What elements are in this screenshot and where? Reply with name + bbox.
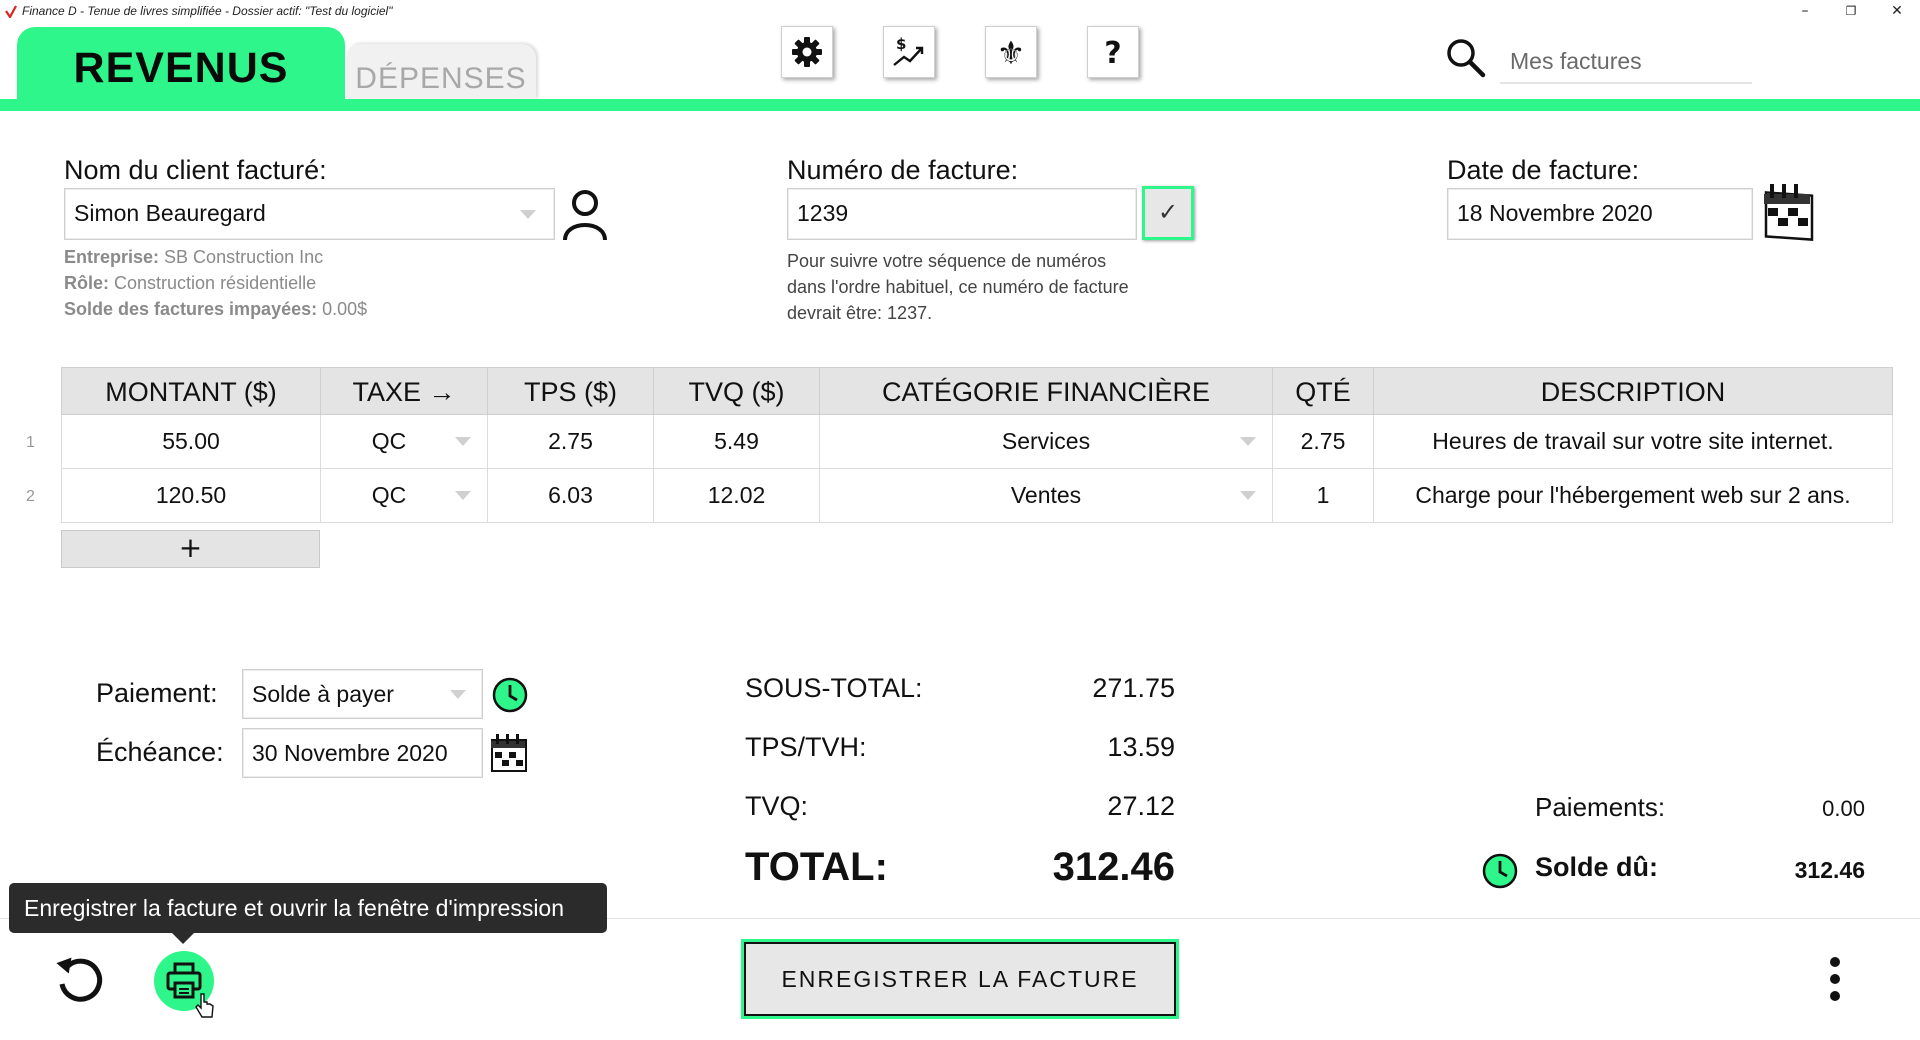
tvq-label: TVQ:: [745, 791, 809, 821]
payments-label: Paiements:: [1535, 792, 1666, 822]
cell-categorie[interactable]: Ventes: [820, 469, 1273, 523]
clock-icon: [1482, 853, 1518, 889]
help-button[interactable]: ?: [1087, 26, 1139, 78]
invoice-number-input[interactable]: 1239: [787, 188, 1137, 240]
check-icon: ✓: [1157, 198, 1179, 226]
balance-due-value: 312.46: [1794, 857, 1865, 883]
window-title: Finance D - Tenue de livres simplifiée -…: [22, 4, 393, 18]
chevron-down-icon: [520, 210, 536, 219]
client-unpaid-balance: Solde des factures impayées: 0.00$: [64, 299, 368, 319]
restore-button[interactable]: ❐: [1828, 0, 1874, 24]
dollar-trend-icon: $: [893, 35, 924, 66]
balance-due-label: Solde dû:: [1535, 852, 1658, 882]
add-line-button[interactable]: +: [61, 530, 320, 568]
search-input[interactable]: [1500, 40, 1752, 84]
gear-icon: [792, 37, 822, 67]
tooltip-arrow: [172, 933, 194, 944]
quebec-taxes-button[interactable]: ⚜: [985, 26, 1037, 78]
payment-select[interactable]: Solde à payer: [242, 669, 483, 719]
more-options-icon[interactable]: [1822, 955, 1848, 1005]
chevron-down-icon: [450, 690, 466, 699]
svg-text:⚜: ⚜: [997, 34, 1026, 70]
total-value: 312.46: [1052, 845, 1175, 889]
cell-tps: 6.03: [488, 469, 654, 523]
col-qte: QTÉ: [1273, 367, 1374, 415]
tab-depenses[interactable]: DÉPENSES: [346, 44, 536, 99]
col-description: DESCRIPTION: [1374, 367, 1893, 415]
print-tooltip: Enregistrer la facture et ouvrir la fenê…: [9, 883, 607, 933]
subtotal-value: 271.75: [1092, 673, 1175, 703]
close-button[interactable]: ✕: [1874, 0, 1920, 24]
subtotal-label: SOUS-TOTAL:: [745, 673, 923, 703]
validate-number-button[interactable]: ✓: [1142, 186, 1194, 240]
chevron-down-icon: [1240, 491, 1256, 500]
tab-revenus-label: REVENUS: [73, 44, 289, 92]
search-icon[interactable]: [1444, 36, 1486, 78]
cell-taxe[interactable]: QC: [321, 469, 488, 523]
col-tps: TPS ($): [488, 367, 654, 415]
client-company: Entreprise: SB Construction Inc: [64, 247, 324, 267]
invoice-number-label: Numéro de facture:: [787, 155, 1019, 185]
client-select[interactable]: Simon Beauregard: [64, 188, 555, 240]
finance-chart-button[interactable]: $: [883, 26, 935, 78]
invoice-number-hint: Pour suivre votre séquence de numéros da…: [787, 251, 1129, 323]
col-taxe: TAXE →: [321, 367, 488, 415]
cell-tvq: 5.49: [654, 415, 820, 469]
invoice-date-input[interactable]: 18 Novembre 2020: [1447, 188, 1753, 240]
svg-text:?: ?: [1104, 36, 1121, 70]
invoice-date-label: Date de facture:: [1447, 155, 1640, 185]
cell-description[interactable]: Heures de travail sur votre site interne…: [1374, 415, 1893, 469]
due-date-label: Échéance:: [96, 737, 224, 767]
cell-montant[interactable]: 120.50: [61, 469, 321, 523]
app-logo-icon: [5, 5, 17, 18]
undo-icon[interactable]: [54, 954, 106, 1006]
cursor-hand-icon: [195, 993, 214, 1018]
tab-depenses-label: DÉPENSES: [355, 62, 527, 95]
svg-text:$: $: [896, 35, 906, 53]
cell-tps: 2.75: [488, 415, 654, 469]
row-number: 2: [26, 488, 35, 505]
settings-button[interactable]: [781, 26, 833, 78]
due-date-input[interactable]: 30 Novembre 2020: [242, 728, 483, 778]
cell-tvq: 12.02: [654, 469, 820, 523]
minimize-button[interactable]: –: [1782, 0, 1828, 24]
client-value: Simon Beauregard: [74, 200, 266, 226]
tab-revenus[interactable]: REVENUS: [17, 27, 345, 99]
col-tvq: TVQ ($): [654, 367, 820, 415]
cell-qte[interactable]: 1: [1273, 469, 1374, 523]
user-icon[interactable]: [560, 188, 610, 242]
col-montant: MONTANT ($): [61, 367, 321, 415]
header-accent-bar: [0, 99, 1920, 111]
chevron-down-icon: [1240, 437, 1256, 446]
cell-description[interactable]: Charge pour l'hébergement web sur 2 ans.: [1374, 469, 1893, 523]
client-label: Nom du client facturé:: [64, 155, 327, 185]
cell-montant[interactable]: 55.00: [61, 415, 321, 469]
question-mark-icon: ?: [1104, 36, 1121, 70]
title-bar: Finance D - Tenue de livres simplifiée -…: [0, 0, 1920, 24]
chevron-down-icon: [455, 437, 471, 446]
cell-taxe[interactable]: QC: [321, 415, 488, 469]
row-number: 1: [26, 434, 35, 451]
tvq-value: 27.12: [1107, 791, 1175, 821]
cell-qte[interactable]: 2.75: [1273, 415, 1374, 469]
clock-icon[interactable]: [492, 677, 528, 713]
tps-label: TPS/TVH:: [745, 732, 867, 762]
calendar-icon[interactable]: [488, 731, 530, 775]
tps-value: 13.59: [1107, 732, 1175, 762]
col-categorie: CATÉGORIE FINANCIÈRE: [820, 367, 1273, 415]
chevron-down-icon: [455, 491, 471, 500]
total-label: TOTAL:: [745, 845, 888, 889]
payments-value: 0.00: [1822, 796, 1865, 821]
save-invoice-button[interactable]: ENREGISTRER LA FACTURE: [741, 939, 1179, 1019]
fleur-de-lis-icon: ⚜: [997, 34, 1026, 70]
payment-label: Paiement:: [96, 678, 218, 708]
client-role: Rôle: Construction résidentielle: [64, 273, 317, 293]
cell-categorie[interactable]: Services: [820, 415, 1273, 469]
calendar-icon[interactable]: [1760, 180, 1820, 242]
